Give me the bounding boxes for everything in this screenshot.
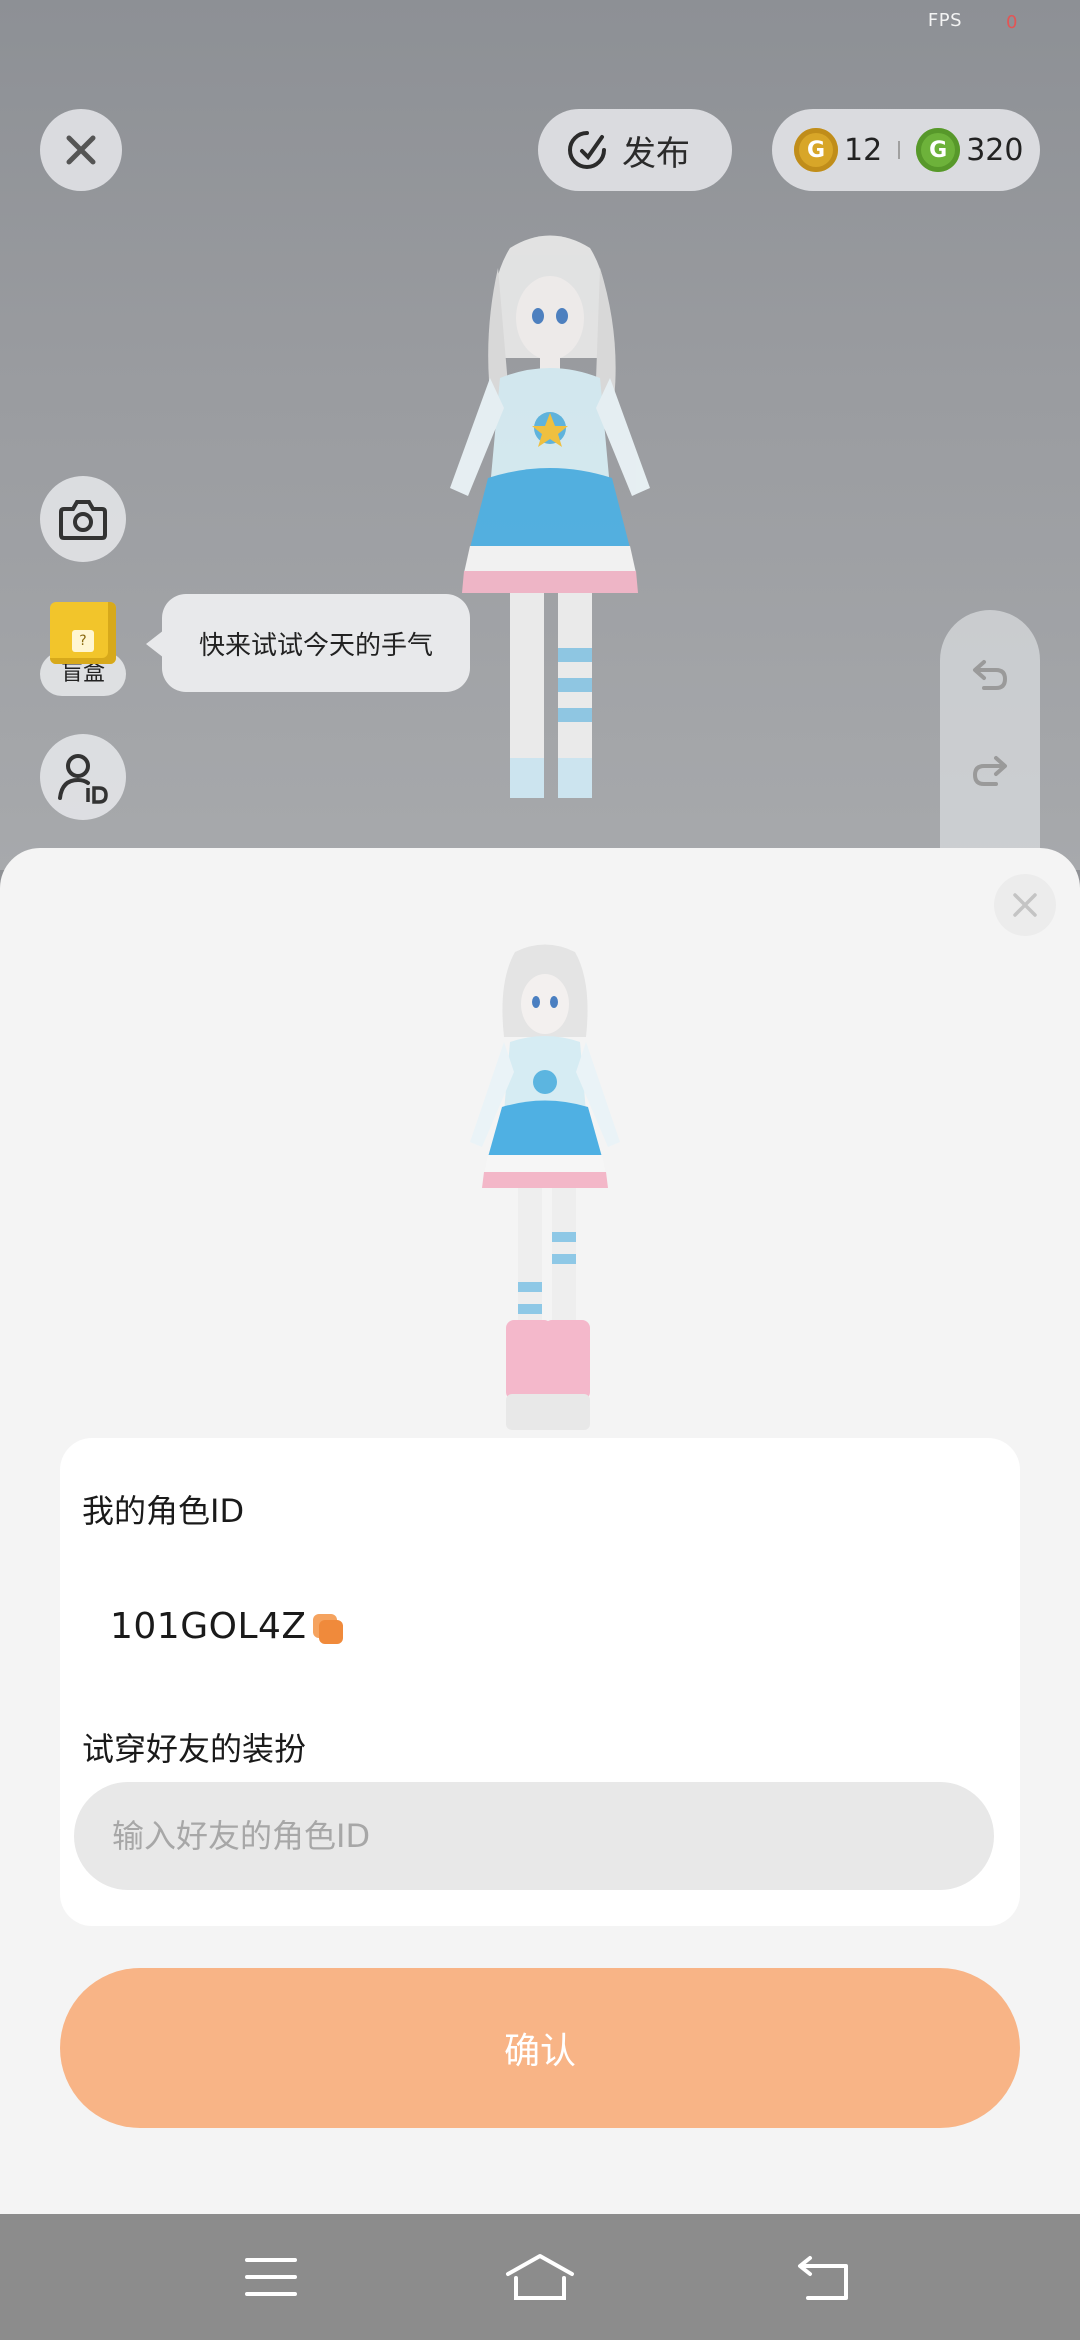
system-nav-bar (0, 2214, 1080, 2340)
blindbox-button[interactable]: 盲盒 ? (40, 596, 126, 700)
fps-label: FPS (927, 10, 962, 31)
gold-coin-icon: G (794, 128, 838, 172)
close-icon (1013, 893, 1037, 917)
avatar-character (450, 235, 650, 798)
blindbox-tip-bubble: 快来试试今天的手气 (162, 594, 470, 692)
blindbox-question-glyph: ? (72, 630, 94, 652)
avatar-preview (470, 944, 620, 1430)
currency-display[interactable]: G 12 G 320 (772, 109, 1040, 191)
try-friend-outfit-label: 试穿好友的装扮 (82, 1730, 307, 1768)
close-button[interactable] (40, 109, 122, 191)
my-role-id-label: 我的角色ID (82, 1492, 245, 1530)
redo-icon[interactable] (970, 750, 1010, 790)
green-coin-count: 320 (966, 132, 1024, 168)
publish-label: 发布 (622, 133, 690, 174)
menu-icon[interactable] (243, 2252, 299, 2302)
publish-icon (568, 131, 606, 169)
undo-redo-panel (940, 610, 1040, 880)
sheet-close-button[interactable] (994, 874, 1056, 936)
back-icon[interactable] (796, 2252, 852, 2302)
home-icon[interactable] (504, 2252, 576, 2302)
copy-icon[interactable] (311, 1612, 345, 1646)
role-id-button[interactable] (40, 734, 126, 820)
green-coin-icon: G (916, 128, 961, 172)
undo-icon[interactable] (970, 654, 1010, 694)
friend-role-id-input[interactable] (74, 1782, 994, 1890)
camera-icon (59, 500, 107, 540)
fps-value: 0 (1006, 12, 1018, 33)
user-id-icon (58, 754, 108, 804)
gold-coin-count: 12 (844, 132, 883, 168)
publish-button[interactable]: 发布 (538, 109, 732, 191)
currency-divider (898, 141, 901, 159)
camera-button[interactable] (40, 476, 126, 562)
my-role-id-value: 101GOL4Z (110, 1606, 307, 1647)
blindbox-icon: ? (50, 602, 116, 664)
confirm-button[interactable]: 确认 (60, 1968, 1020, 2128)
close-icon (66, 135, 96, 165)
